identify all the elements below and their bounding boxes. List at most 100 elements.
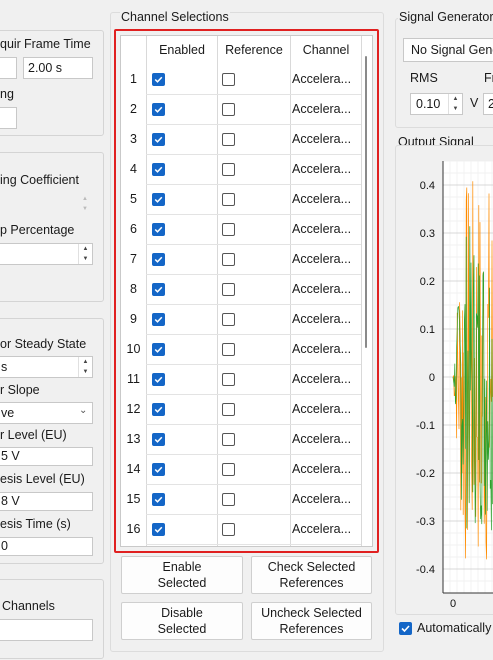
reference-checkbox[interactable] xyxy=(222,523,235,536)
hyst-time-field[interactable]: 0 xyxy=(0,537,93,556)
row-number: 5 xyxy=(130,192,137,206)
enabled-checkbox[interactable] xyxy=(152,523,165,536)
enabled-checkbox[interactable] xyxy=(152,223,165,236)
auto-checkbox[interactable] xyxy=(399,622,412,635)
hysteresis-label: esis Level (EU) xyxy=(0,472,85,486)
enabled-checkbox[interactable] xyxy=(152,193,165,206)
channel-selections-title: Channel Selections xyxy=(120,10,230,24)
row-number: 3 xyxy=(130,132,137,146)
channel-table[interactable]: Enabled Reference Channel 1 Accelera... 2 A… xyxy=(120,35,373,547)
channel-cell[interactable]: Accelera... xyxy=(292,282,358,296)
enabled-checkbox[interactable] xyxy=(152,343,165,356)
channel-cell[interactable]: Accelera... xyxy=(292,222,358,236)
slope-label: r Slope xyxy=(0,383,40,397)
row-number: 14 xyxy=(126,462,141,476)
channel-cell[interactable]: Accelera... xyxy=(292,192,358,206)
channel-cell[interactable]: Accelera... xyxy=(292,72,358,86)
channel-cell[interactable]: Accelera... xyxy=(292,342,358,356)
freq-label: Fr xyxy=(484,71,493,85)
reference-checkbox[interactable] xyxy=(222,223,235,236)
enabled-checkbox[interactable] xyxy=(152,103,165,116)
reference-checkbox[interactable] xyxy=(222,313,235,326)
rms-label: RMS xyxy=(410,71,438,85)
enabled-checkbox[interactable] xyxy=(152,283,165,296)
row-number: 6 xyxy=(130,222,137,236)
frame-time-field[interactable]: 2.00 s xyxy=(23,57,93,79)
acquire-field[interactable] xyxy=(0,57,17,79)
row-number: 10 xyxy=(126,342,141,356)
reference-checkbox[interactable] xyxy=(222,283,235,296)
row-divider xyxy=(146,94,361,95)
reference-checkbox[interactable] xyxy=(222,433,235,446)
rms-spinner[interactable]: ▲ ▼ xyxy=(448,94,462,114)
disable-selected-button[interactable]: Disable Selected xyxy=(121,602,243,640)
enabled-checkbox[interactable] xyxy=(152,313,165,326)
reference-checkbox[interactable] xyxy=(222,193,235,206)
reference-checkbox[interactable] xyxy=(222,403,235,416)
enabled-checkbox[interactable] xyxy=(152,493,165,506)
signal-source-dropdown[interactable]: No Signal Gene xyxy=(403,38,493,62)
header-enabled[interactable]: Enabled xyxy=(147,36,217,64)
channel-cell[interactable]: Accelera... xyxy=(292,462,358,476)
enabled-checkbox[interactable] xyxy=(152,373,165,386)
enabled-checkbox[interactable] xyxy=(152,73,165,86)
table-scrollbar[interactable] xyxy=(365,56,367,348)
ing-field[interactable] xyxy=(0,107,17,129)
percentage-field[interactable]: ▲ ▼ xyxy=(0,243,93,265)
hysteresis-field[interactable]: 8 V xyxy=(0,492,93,511)
reference-checkbox[interactable] xyxy=(222,73,235,86)
channel-cell[interactable]: Accelera... xyxy=(292,132,358,146)
enable-selected-button[interactable]: Enable Selected xyxy=(121,556,243,594)
reference-checkbox[interactable] xyxy=(222,493,235,506)
row-number: 15 xyxy=(126,492,141,506)
row-number: 9 xyxy=(130,312,137,326)
check-icon xyxy=(154,526,163,533)
reference-checkbox[interactable] xyxy=(222,133,235,146)
channel-cell[interactable]: Accelera... xyxy=(292,102,358,116)
row-divider xyxy=(146,124,361,125)
percentage-spinner[interactable]: ▲ ▼ xyxy=(78,244,92,264)
col-divider xyxy=(217,36,218,546)
row-divider xyxy=(146,454,361,455)
channels-field[interactable] xyxy=(0,619,93,641)
enabled-checkbox[interactable] xyxy=(152,403,165,416)
coefficient-field[interactable]: ▲ ▼ xyxy=(0,193,93,215)
reference-checkbox[interactable] xyxy=(222,463,235,476)
channel-cell[interactable]: Accelera... xyxy=(292,522,358,536)
channel-cell[interactable]: Accelera... xyxy=(292,492,358,506)
level-field[interactable]: 5 V xyxy=(0,447,93,466)
output-signal-chart: 0.4 0.3 0.2 0.1 0 -0.1 -0.2 -0.3 -0.4 0 xyxy=(416,160,493,610)
uncheck-refs-label: Uncheck Selected References xyxy=(261,606,362,636)
reference-checkbox[interactable] xyxy=(222,373,235,386)
freq-field[interactable]: 2 xyxy=(483,93,493,115)
uncheck-selected-references-button[interactable]: Uncheck Selected References xyxy=(251,602,372,640)
enabled-checkbox[interactable] xyxy=(152,253,165,266)
reference-checkbox[interactable] xyxy=(222,103,235,116)
y-tick-label: -0.2 xyxy=(416,468,435,480)
channel-cell[interactable]: Accelera... xyxy=(292,252,358,266)
acquire-label: quir xyxy=(0,37,21,51)
check-icon xyxy=(154,166,163,173)
check-icon xyxy=(154,316,163,323)
enabled-checkbox[interactable] xyxy=(152,463,165,476)
enabled-checkbox[interactable] xyxy=(152,133,165,146)
reference-checkbox[interactable] xyxy=(222,343,235,356)
check-icon xyxy=(154,136,163,143)
channel-cell[interactable]: Accelera... xyxy=(292,162,358,176)
channel-cell[interactable]: Accelera... xyxy=(292,402,358,416)
row-divider xyxy=(146,154,361,155)
channel-cell[interactable]: Accelera... xyxy=(292,372,358,386)
enabled-checkbox[interactable] xyxy=(152,433,165,446)
percentage-label: p Percentage xyxy=(0,223,75,237)
row-divider xyxy=(146,334,361,335)
header-channel[interactable]: Channel xyxy=(291,36,361,64)
header-reference[interactable]: Reference xyxy=(218,36,290,64)
steady-state-spinner[interactable]: ▲ ▼ xyxy=(78,357,92,377)
enabled-checkbox[interactable] xyxy=(152,163,165,176)
check-selected-references-button[interactable]: Check Selected References xyxy=(251,556,372,594)
reference-checkbox[interactable] xyxy=(222,253,235,266)
channel-cell[interactable]: Accelera... xyxy=(292,432,358,446)
channel-cell[interactable]: Accelera... xyxy=(292,312,358,326)
reference-checkbox[interactable] xyxy=(222,163,235,176)
coefficient-spinner[interactable]: ▲ ▼ xyxy=(78,194,92,214)
